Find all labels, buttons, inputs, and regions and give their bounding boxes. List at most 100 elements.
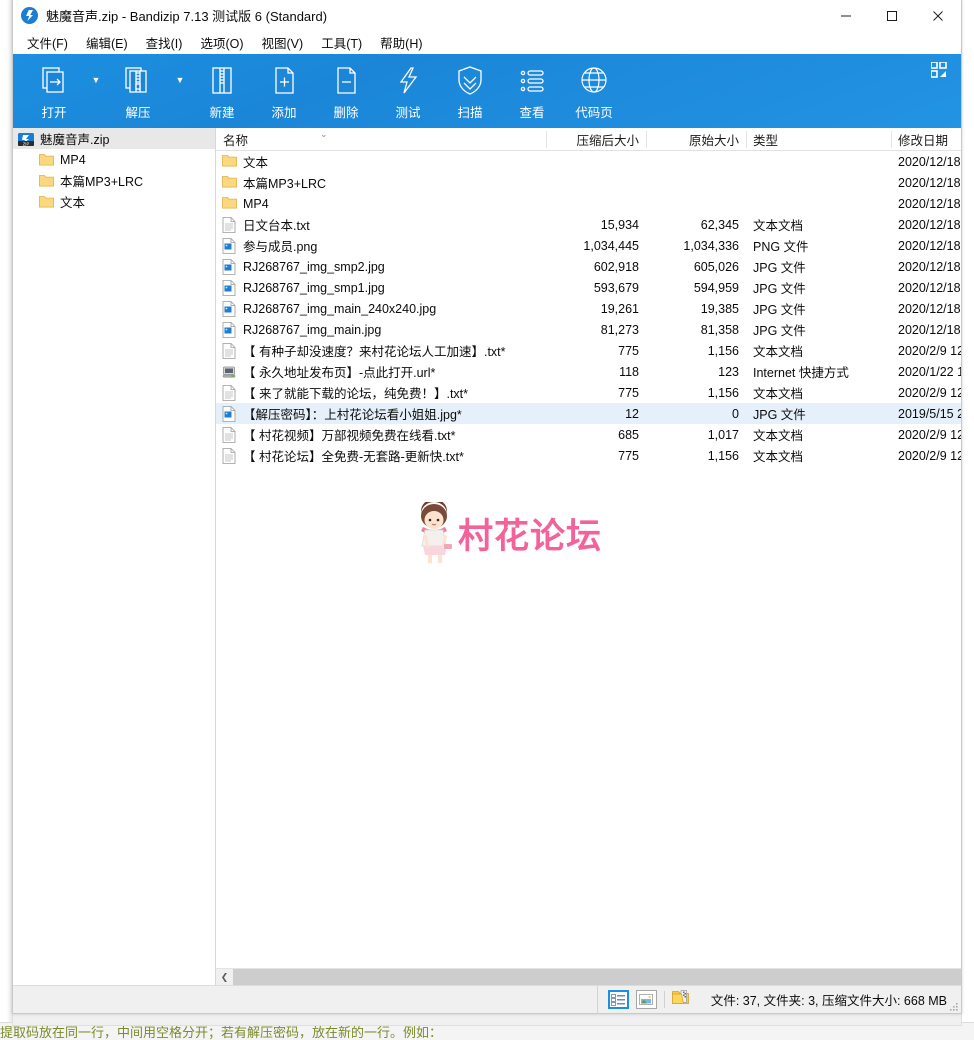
tree-item-text[interactable]: 文本 — [13, 191, 215, 212]
table-row[interactable]: 【解压密码】：上村花论坛看小姐姐.jpg* 12 0 JPG 文件 2019/5… — [216, 403, 961, 424]
table-row[interactable]: RJ268767_img_smp2.jpg 602,918 605,026 JP… — [216, 256, 961, 277]
cell-date: 2020/12/18 11:38 — [898, 196, 961, 211]
scroll-left-arrow-icon[interactable]: ❮ — [216, 968, 233, 986]
cell-type: JPG 文件 — [753, 303, 806, 317]
cell-date: 2020/2/9 12:38:07 — [898, 448, 961, 463]
close-button[interactable] — [915, 0, 961, 31]
cell-original-size: 1,156 — [707, 385, 739, 400]
tree-item-root[interactable]: ZIP 魅魔音声.zip — [13, 128, 215, 149]
table-row[interactable]: 【 村花论坛】全免费-无套路-更新快.txt* 775 1,156 文本文档 2… — [216, 445, 961, 466]
cell-name: 【 村花论坛】全免费-无套路-更新快.txt* — [216, 446, 546, 465]
horizontal-scrollbar[interactable]: ❮ — [216, 968, 961, 986]
thumbnail-view-button[interactable] — [635, 990, 657, 1009]
toolbar-extract-dropdown[interactable]: ▼ — [169, 54, 191, 128]
toolbar-scan-label: 扫描 — [457, 106, 483, 120]
toolbar-new-button[interactable]: 新建 — [191, 54, 253, 128]
column-header-packed-size[interactable]: 压缩后大小 — [546, 128, 646, 150]
file-name: 日文台本.txt — [243, 219, 310, 233]
cell-type: 文本文档 — [753, 219, 804, 233]
cell-name: 文本 — [216, 152, 546, 171]
column-label: 修改日期 — [898, 133, 949, 148]
toolbar-delete-button[interactable]: 删除 — [315, 54, 377, 128]
tree-item-label: 文本 — [60, 196, 86, 210]
file-name: 参与成员.png — [243, 240, 318, 254]
cell-type: 文本文档 — [753, 450, 804, 464]
column-header-date[interactable]: 修改日期 — [891, 128, 961, 150]
table-row[interactable]: RJ268767_img_smp1.jpg 593,679 594,959 JP… — [216, 277, 961, 298]
resize-grip-icon[interactable] — [947, 1000, 959, 1012]
cell-packed-size: 685 — [618, 427, 639, 442]
menu-options[interactable]: 选项(O) — [191, 31, 252, 55]
menu-tools[interactable]: 工具(T) — [312, 31, 371, 55]
toolbar-open-dropdown[interactable]: ▼ — [85, 54, 107, 128]
cell-date: 2020/12/18 11:38 — [898, 154, 961, 169]
tree-item-mp3-lrc[interactable]: 本篇MP3+LRC — [13, 170, 215, 191]
toolbar-codepage-button[interactable]: 代码页 — [563, 54, 625, 128]
image-file-icon — [222, 300, 237, 317]
archive-folder-button[interactable] — [671, 989, 689, 1011]
image-file-icon — [222, 405, 237, 422]
toolbar-open-button[interactable]: 打开 — [23, 54, 85, 128]
bandizip-icon — [21, 7, 38, 24]
column-header-name[interactable]: 名称 — [216, 128, 546, 150]
text-file-icon — [222, 384, 237, 401]
table-row[interactable]: 【 来了就能下载的论坛，纯免费！】.txt* 775 1,156 文本文档 20… — [216, 382, 961, 403]
cell-date: 2020/12/18 11:38 — [898, 238, 961, 253]
maximize-button[interactable] — [869, 0, 915, 31]
table-row[interactable]: 文本 2020/12/18 11:38 — [216, 151, 961, 172]
table-row[interactable]: 【 有种子却没速度？来村花论坛人工加速】.txt* 775 1,156 文本文档… — [216, 340, 961, 361]
column-header-type[interactable]: 类型 — [746, 128, 891, 150]
table-row[interactable]: MP4 2020/12/18 11:38 — [216, 193, 961, 214]
details-view-button[interactable] — [607, 990, 629, 1009]
tree-item-label: 本篇MP3+LRC — [60, 175, 144, 189]
delete-file-icon — [329, 63, 363, 99]
add-file-icon — [267, 63, 301, 99]
cell-name: RJ268767_img_main.jpg — [216, 321, 546, 338]
menu-edit[interactable]: 编辑(E) — [77, 31, 137, 55]
table-row[interactable]: RJ268767_img_main.jpg 81,273 81,358 JPG … — [216, 319, 961, 340]
tree-item-mp4[interactable]: MP4 — [13, 149, 215, 170]
minimize-button[interactable] — [823, 0, 869, 31]
table-row[interactable]: 本篇MP3+LRC 2020/12/18 11:38 — [216, 172, 961, 193]
file-list-rows[interactable]: 村花论坛 文本 2020/12/18 11:38 本篇 — [216, 151, 961, 968]
view-list-icon — [515, 63, 549, 99]
status-text: 文件: 37, 文件夹: 3, 压缩文件大小: 668 MB — [710, 994, 947, 1008]
open-archive-icon — [37, 63, 71, 99]
table-row[interactable]: 【 村花视频】万部视频免费在线看.txt* 685 1,017 文本文档 202… — [216, 424, 961, 445]
cell-name: 【 来了就能下载的论坛，纯免费！】.txt* — [216, 383, 546, 402]
cell-original-size: 81,358 — [700, 322, 739, 337]
toolbar-view-label: 查看 — [519, 106, 545, 120]
table-row[interactable]: RJ268767_img_main_240x240.jpg 19,261 19,… — [216, 298, 961, 319]
toolbar-test-button[interactable]: 测试 — [377, 54, 439, 128]
main-toolbar: 打开 ▼ 解压 ▼ 新建 添加 删除 测试 扫描 查看 代码页 — [13, 54, 961, 128]
cell-packed-size: 81,273 — [600, 322, 639, 337]
cell-name: 【解压密码】：上村花论坛看小姐姐.jpg* — [216, 404, 546, 423]
scrollbar-thumb[interactable] — [233, 968, 961, 986]
toolbar-extract-button[interactable]: 解压 — [107, 54, 169, 128]
table-row[interactable]: 【 永久地址发布页】-点此打开.url* 118 123 Internet 快捷… — [216, 361, 961, 382]
cell-name: 日文台本.txt — [216, 215, 546, 234]
menu-help[interactable]: 帮助(H) — [371, 31, 431, 55]
table-row[interactable]: 日文台本.txt 15,934 62,345 文本文档 2020/12/18 1… — [216, 214, 961, 235]
customize-grid-icon[interactable] — [930, 61, 947, 78]
column-label: 类型 — [753, 133, 779, 148]
cell-type: 文本文档 — [753, 429, 804, 443]
tree-root-label: 魅魔音声.zip — [40, 133, 110, 147]
cell-original-size: 19,385 — [700, 301, 739, 316]
status-separator — [663, 991, 665, 1008]
toolbar-scan-button[interactable]: 扫描 — [439, 54, 501, 128]
toolbar-add-button[interactable]: 添加 — [253, 54, 315, 128]
menu-file[interactable]: 文件(F) — [18, 31, 77, 55]
cell-type: 文本文档 — [753, 387, 804, 401]
cell-date: 2020/12/18 11:38 — [898, 259, 961, 274]
menu-find[interactable]: 查找(I) — [137, 31, 192, 55]
file-name: 【 有种子却没速度？来村花论坛人工加速】.txt* — [243, 345, 506, 359]
background-bottom-text: 提取码放在同一行，中间用空格分开；若有解压密码，放在新的一行。例如： — [0, 1026, 443, 1040]
cell-type: 文本文档 — [753, 345, 804, 359]
column-header-original-size[interactable]: 原始大小 — [646, 128, 746, 150]
toolbar-view-button[interactable]: 查看 — [501, 54, 563, 128]
file-name: RJ268767_img_main_240x240.jpg — [243, 301, 437, 316]
table-row[interactable]: 参与成员.png 1,034,445 1,034,336 PNG 文件 2020… — [216, 235, 961, 256]
cell-date: 2020/12/18 11:38 — [898, 280, 961, 295]
menu-view[interactable]: 视图(V) — [253, 31, 313, 55]
